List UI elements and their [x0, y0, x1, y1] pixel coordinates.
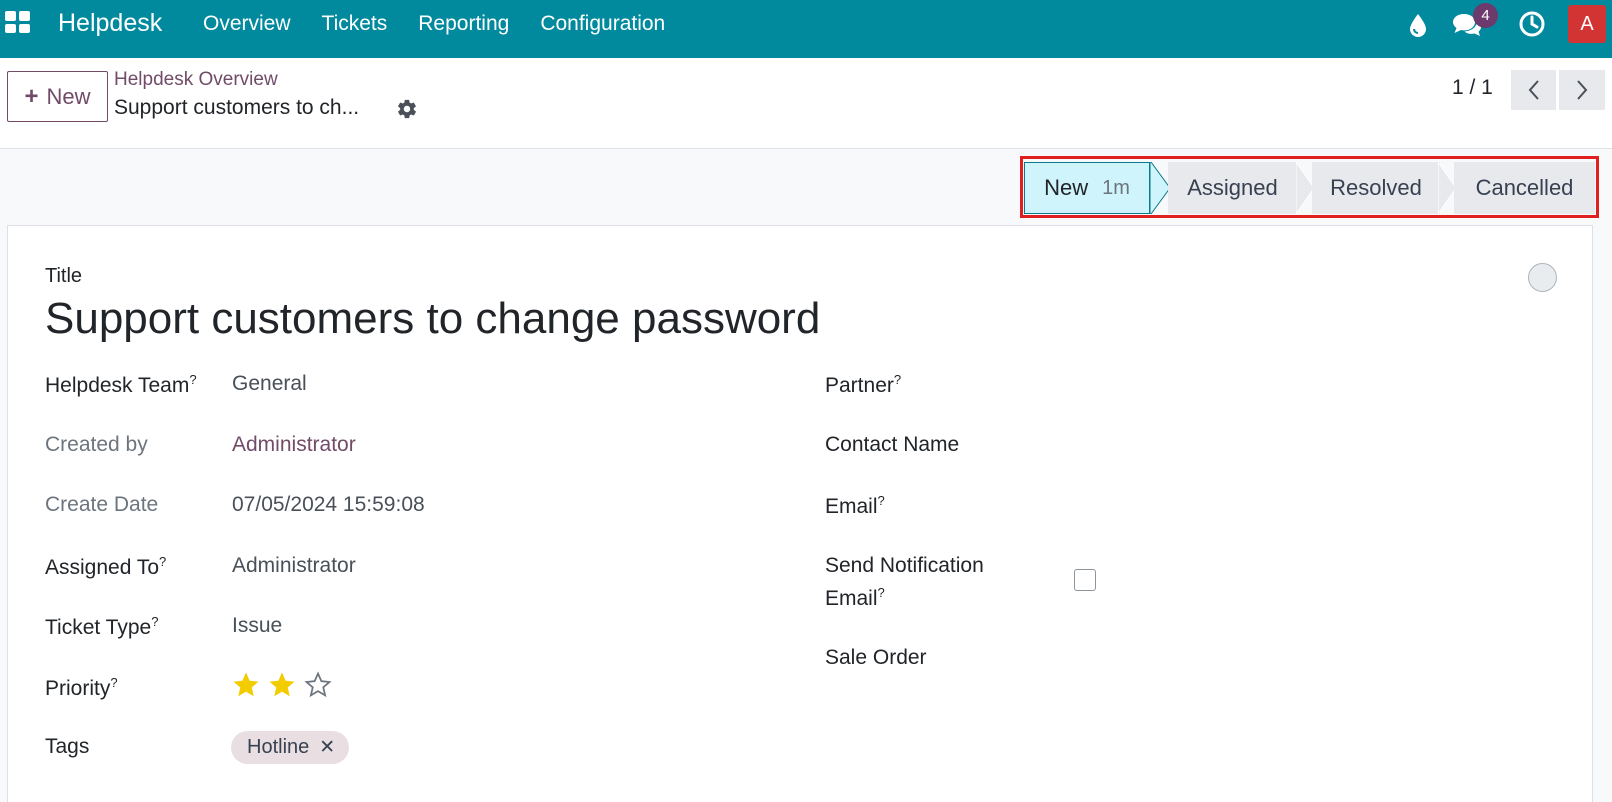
user-avatar[interactable]: A — [1568, 5, 1606, 43]
menu-configuration[interactable]: Configuration — [540, 12, 665, 36]
pager-value[interactable]: 1 / 1 — [1452, 76, 1493, 100]
created-by-field[interactable]: Administrator — [232, 433, 356, 457]
stage-resolved[interactable]: Resolved — [1312, 162, 1440, 214]
created-by-label: Created by — [45, 433, 148, 456]
new-button-label: New — [46, 83, 91, 109]
title-field[interactable]: Support customers to change password — [45, 294, 820, 344]
main-menu: Overview Tickets Reporting Configuration — [203, 12, 696, 36]
create-date-label: Create Date — [45, 493, 159, 516]
send-notification-checkbox[interactable] — [1074, 569, 1096, 591]
star-empty-icon[interactable] — [303, 670, 333, 700]
chat-count-badge: 4 — [1473, 3, 1498, 28]
email-label: Email? — [825, 493, 885, 518]
chevron-left-icon — [1528, 80, 1539, 100]
team-field[interactable]: General — [232, 372, 307, 396]
top-navbar: Helpdesk Overview Tickets Reporting Conf… — [0, 0, 1612, 58]
title-label: Title — [45, 265, 83, 287]
partner-label: Partner? — [825, 372, 902, 397]
new-button[interactable]: + New — [7, 71, 108, 122]
pager-previous-button[interactable] — [1511, 70, 1557, 110]
sale-order-label: Sale Order — [825, 646, 927, 669]
send-notification-label-2: Email? — [825, 585, 885, 610]
menu-overview[interactable]: Overview — [203, 12, 291, 36]
assigned-to-field[interactable]: Administrator — [232, 554, 356, 578]
breadcrumb-current: Support customers to ch... — [114, 96, 360, 119]
tag-label: Hotline — [247, 736, 310, 758]
control-panel: + New Helpdesk Overview Support customer… — [0, 58, 1612, 149]
create-date-field: 07/05/2024 15:59:08 — [232, 493, 425, 516]
stage-new-label: New — [1044, 175, 1089, 200]
gear-icon[interactable] — [396, 98, 418, 125]
breadcrumb-parent[interactable]: Helpdesk Overview — [114, 69, 278, 91]
stage-new-duration: 1m — [1102, 176, 1130, 199]
team-label: Helpdesk Team? — [45, 372, 197, 397]
star-filled-icon[interactable] — [267, 670, 297, 700]
menu-tickets[interactable]: Tickets — [322, 12, 388, 36]
priority-stars — [231, 670, 339, 700]
clock-icon[interactable] — [1518, 10, 1546, 43]
kanban-state-icon[interactable] — [1528, 263, 1557, 292]
stage-cancelled-label: Cancelled — [1475, 175, 1574, 200]
close-icon[interactable]: ✕ — [319, 736, 335, 759]
ticket-type-label: Ticket Type? — [45, 614, 159, 639]
stage-new[interactable]: New 1m — [1024, 162, 1150, 214]
drop-icon[interactable] — [1408, 12, 1428, 43]
stage-resolved-label: Resolved — [1330, 175, 1422, 200]
stage-cancelled[interactable]: Cancelled — [1454, 162, 1595, 214]
contact-name-label: Contact Name — [825, 433, 960, 456]
star-filled-icon[interactable] — [231, 670, 261, 700]
tag-chip[interactable]: Hotline ✕ — [231, 731, 350, 764]
menu-reporting[interactable]: Reporting — [418, 12, 509, 36]
tags-label: Tags — [45, 735, 90, 758]
assigned-to-label: Assigned To? — [45, 554, 167, 579]
priority-label: Priority? — [45, 675, 118, 700]
pager-next-button[interactable] — [1559, 70, 1605, 110]
chevron-right-icon — [1577, 80, 1588, 100]
ticket-type-field[interactable]: Issue — [232, 614, 282, 638]
form-sheet: Title Support customers to change passwo… — [7, 225, 1593, 802]
plus-icon: + — [24, 82, 39, 110]
stage-assigned[interactable]: Assigned — [1168, 162, 1297, 214]
send-notification-label: Send Notification — [825, 554, 984, 577]
apps-menu-icon[interactable] — [5, 11, 31, 33]
stage-assigned-label: Assigned — [1187, 175, 1278, 200]
app-brand[interactable]: Helpdesk — [58, 9, 162, 38]
